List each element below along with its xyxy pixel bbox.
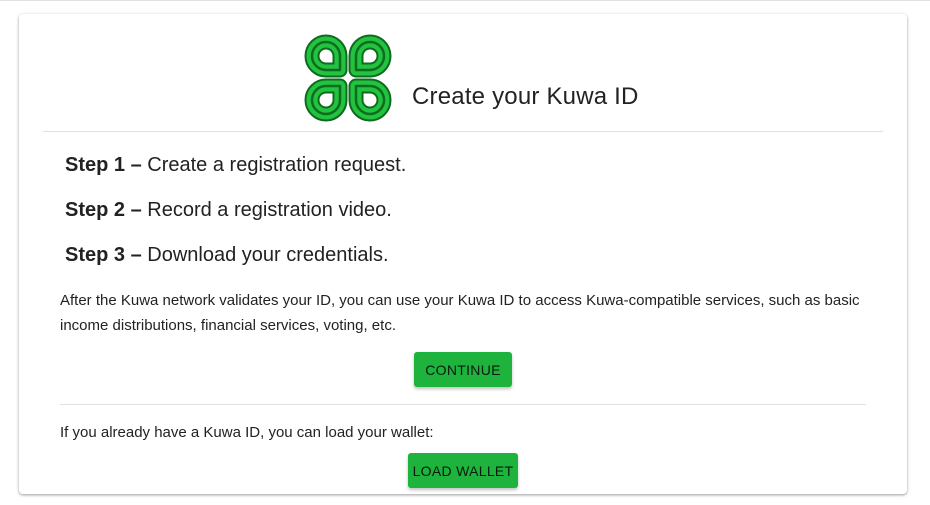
kuwa-clover-logo-icon [304, 34, 392, 122]
registration-card: Create your Kuwa ID Step 1 – Create a re… [19, 14, 907, 494]
step-2: Step 2 – Record a registration video. [65, 198, 392, 222]
step-1: Step 1 – Create a registration request. [65, 153, 406, 177]
top-border [0, 0, 930, 1]
page-title: Create your Kuwa ID [412, 83, 639, 110]
header-divider [43, 131, 883, 132]
step-1-number: Step 1 – [65, 154, 142, 176]
step-3: Step 3 – Download your credentials. [65, 243, 389, 267]
step-3-number: Step 3 – [65, 244, 142, 266]
step-3-text: Download your credentials. [147, 244, 389, 266]
section-divider [60, 404, 866, 405]
step-2-number: Step 2 – [65, 199, 142, 221]
step-1-text: Create a registration request. [147, 154, 407, 176]
step-2-text: Record a registration video. [147, 199, 392, 221]
load-wallet-button[interactable]: LOAD WALLET [408, 453, 518, 488]
card-header: Create your Kuwa ID [19, 32, 907, 124]
description-text: After the Kuwa network validates your ID… [60, 292, 860, 334]
load-wallet-prompt: If you already have a Kuwa ID, you can l… [60, 424, 434, 441]
continue-button[interactable]: CONTINUE [414, 352, 512, 387]
